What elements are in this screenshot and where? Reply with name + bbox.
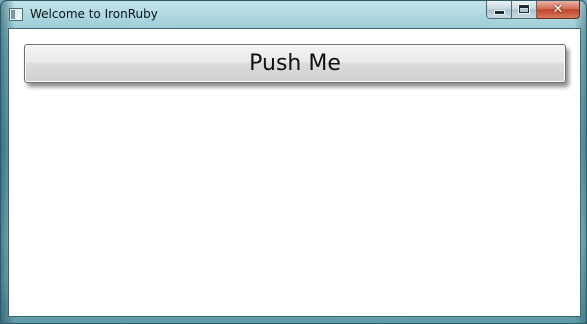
maximize-button[interactable] [512,1,537,19]
close-icon: ✕ [552,2,564,17]
minimize-icon [495,11,504,14]
app-window-icon[interactable] [9,8,23,21]
title-bar[interactable]: Welcome to IronRuby ✕ [1,1,586,28]
window-title: Welcome to IronRuby [30,7,158,21]
app-window: Welcome to IronRuby ✕ Push Me [0,0,587,324]
client-area: Push Me [8,28,581,317]
maximize-icon [519,5,529,13]
push-me-button[interactable]: Push Me [24,44,566,83]
caption-buttons: ✕ [486,1,580,19]
window-bottom-border [1,315,586,323]
close-button[interactable]: ✕ [537,1,580,19]
minimize-button[interactable] [486,1,512,19]
